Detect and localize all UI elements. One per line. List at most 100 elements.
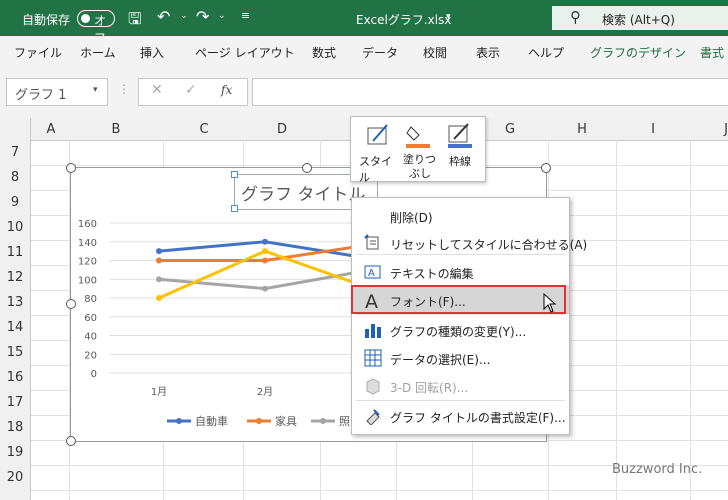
- title-handle[interactable]: [231, 205, 238, 212]
- fill-button[interactable]: 塗りつ ぶし: [401, 123, 437, 180]
- y-tick-label: 140: [78, 238, 97, 249]
- column-header-a[interactable]: A: [41, 122, 61, 137]
- menu-item-2[interactable]: A テキストの編集: [352, 258, 569, 286]
- menu-separator: [356, 400, 565, 401]
- cancel-icon[interactable]: ✕: [151, 82, 163, 98]
- insert-function-icon[interactable]: fx: [221, 83, 232, 97]
- undo-icon[interactable]: ↶: [157, 7, 170, 26]
- search-placeholder: 検索 (Alt+Q): [602, 13, 675, 27]
- customize-qat-icon[interactable]: ≡: [241, 9, 250, 22]
- resize-handle[interactable]: [66, 299, 76, 309]
- resize-handle[interactable]: [66, 436, 76, 446]
- y-tick-label: 80: [84, 294, 97, 305]
- row-header-16[interactable]: 16: [0, 370, 30, 385]
- autosave-toggle[interactable]: オフ: [77, 10, 115, 45]
- select-all-corner[interactable]: [0, 118, 31, 140]
- search-box[interactable]: ⚲ 検索 (Alt+Q): [552, 6, 728, 30]
- pen-icon: [448, 123, 472, 148]
- column-header-h[interactable]: H: [572, 122, 592, 137]
- data-point[interactable]: [262, 238, 268, 245]
- y-tick-label: 60: [84, 313, 97, 324]
- data-point[interactable]: [262, 248, 268, 255]
- x-tick-label: 2月: [257, 386, 273, 398]
- tab-chart-design[interactable]: グラフのデザイン: [590, 44, 686, 61]
- menu-item-4[interactable]: グラフの種類の変更(Y)...: [352, 316, 569, 344]
- column-header-b[interactable]: B: [106, 122, 126, 137]
- menu-item-1[interactable]: リセットしてスタイルに合わせる(A): [352, 229, 587, 257]
- column-header-c[interactable]: C: [194, 122, 214, 137]
- row-header-17[interactable]: 17: [0, 395, 30, 410]
- column-header-g[interactable]: G: [500, 122, 520, 137]
- enter-icon[interactable]: ✓: [185, 82, 197, 98]
- row-header-12[interactable]: 12: [0, 270, 30, 285]
- y-tick-label: 20: [84, 350, 97, 361]
- tab-page-layout[interactable]: ページ レイアウト: [195, 44, 295, 61]
- outline-button[interactable]: 枠線: [443, 123, 481, 175]
- tab-view[interactable]: 表示: [476, 44, 500, 61]
- tab-format[interactable]: 書式: [700, 44, 724, 61]
- row-header-19[interactable]: 19: [0, 445, 30, 460]
- row-header-9[interactable]: 9: [0, 195, 30, 210]
- mouse-pointer-icon: [543, 293, 557, 313]
- column-header-i[interactable]: I: [643, 122, 663, 137]
- formula-buttons: ✕ ✓ fx: [138, 78, 248, 106]
- y-tick-label: 160: [78, 219, 97, 230]
- menu-item-7[interactable]: グラフ タイトルの書式設定(F)...: [352, 402, 569, 430]
- row-header-11[interactable]: 11: [0, 245, 30, 260]
- tab-review[interactable]: 校閲: [423, 44, 447, 61]
- row-header-15[interactable]: 15: [0, 345, 30, 360]
- rotate-3d-icon: [364, 377, 382, 395]
- redo-dropdown-icon[interactable]: ⌄: [218, 11, 226, 21]
- tab-insert[interactable]: 挿入: [140, 44, 164, 61]
- column-header-d[interactable]: D: [272, 122, 292, 137]
- style-button[interactable]: スタイル: [357, 123, 401, 184]
- title-handle[interactable]: [231, 171, 238, 178]
- menu-item-5[interactable]: データの選択(E)...: [352, 344, 569, 372]
- x-tick-label: 1月: [151, 386, 167, 398]
- name-box[interactable]: グラフ 1 ▾: [6, 78, 108, 106]
- formula-input[interactable]: [252, 78, 728, 106]
- menu-item-label: グラフの種類の変更(Y)...: [390, 325, 527, 339]
- menu-item-label: データの選択(E)...: [390, 353, 491, 367]
- legend-label: 自動車: [195, 414, 228, 428]
- menu-item-label: 3-D 回転(R)...: [390, 381, 469, 395]
- tab-home[interactable]: ホーム: [80, 44, 116, 61]
- save-icon[interactable]: 🖫: [128, 8, 142, 35]
- resize-handle[interactable]: [302, 163, 312, 173]
- row-headers: 7 8 9 10 11 12 13 14 15 16 17 18 19 20: [0, 140, 31, 500]
- grid-line: [616, 140, 617, 500]
- menu-separator: [356, 314, 565, 315]
- data-point[interactable]: [156, 276, 162, 283]
- menu-item-6: 3-D 回転(R)...: [352, 372, 569, 400]
- tab-file[interactable]: ファイル: [14, 44, 62, 61]
- row-header-7[interactable]: 7: [0, 145, 30, 160]
- redo-icon[interactable]: ↷: [196, 7, 209, 26]
- edit-text-icon: A: [364, 263, 382, 281]
- row-header-8[interactable]: 8: [0, 170, 30, 185]
- undo-dropdown-icon[interactable]: ⌄: [180, 11, 188, 21]
- row-header-13[interactable]: 13: [0, 295, 30, 310]
- grid-line: [690, 140, 691, 500]
- data-point[interactable]: [156, 295, 162, 301]
- filename-dropdown-icon[interactable]: ▾: [446, 12, 451, 22]
- select-data-icon: [364, 349, 382, 367]
- legend-marker: [256, 418, 262, 424]
- resize-handle[interactable]: [66, 163, 76, 173]
- name-box-dropdown-icon[interactable]: ▾: [93, 85, 98, 95]
- data-point[interactable]: [262, 285, 268, 292]
- data-point[interactable]: [262, 257, 268, 264]
- tab-data[interactable]: データ: [362, 44, 398, 61]
- chart-title-text: グラフ タイトル: [241, 185, 366, 205]
- row-header-10[interactable]: 10: [0, 220, 30, 235]
- column-header-j[interactable]: J: [716, 122, 728, 137]
- row-header-20[interactable]: 20: [0, 470, 30, 485]
- row-header-14[interactable]: 14: [0, 320, 30, 335]
- menu-separator: [356, 254, 565, 255]
- tab-formulas[interactable]: 数式: [312, 44, 336, 61]
- row-header-18[interactable]: 18: [0, 420, 30, 435]
- data-point[interactable]: [156, 248, 162, 255]
- data-point[interactable]: [156, 257, 162, 264]
- resize-handle[interactable]: [541, 163, 551, 173]
- menu-item-0[interactable]: 削除(D): [352, 202, 569, 230]
- tab-help[interactable]: ヘルプ: [528, 44, 564, 61]
